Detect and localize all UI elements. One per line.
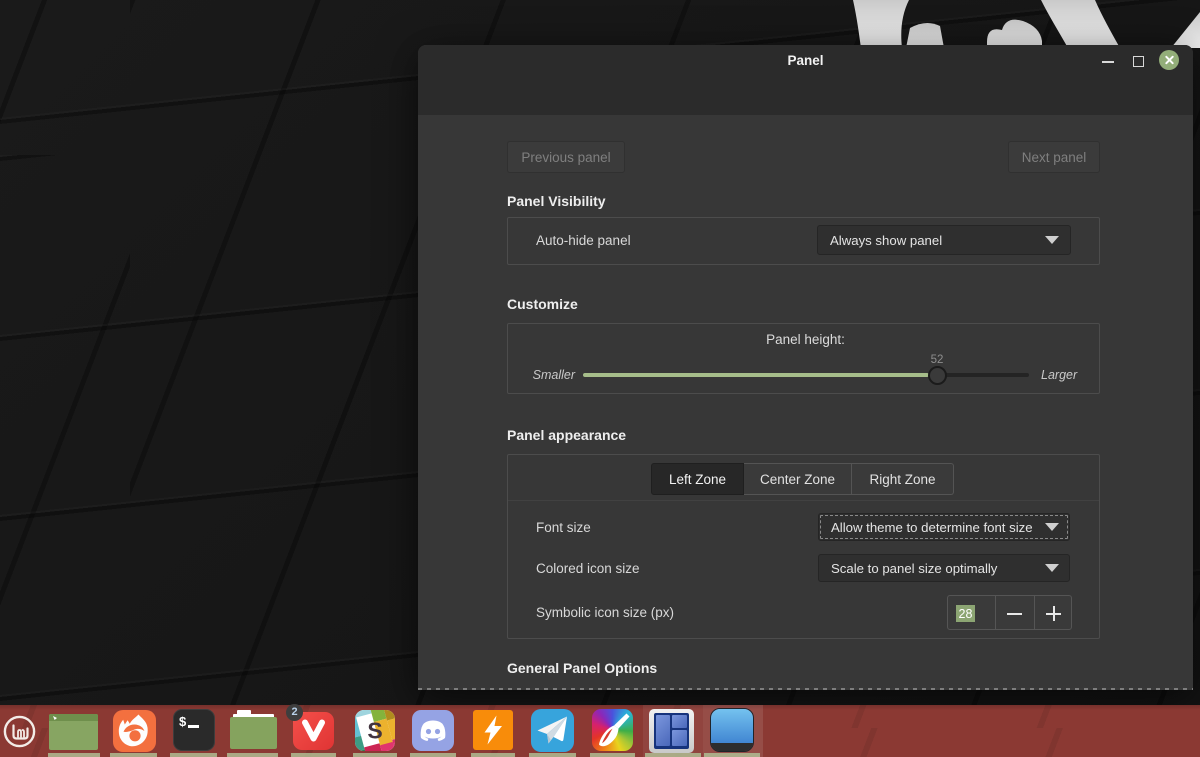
svg-text:S: S xyxy=(367,718,382,744)
